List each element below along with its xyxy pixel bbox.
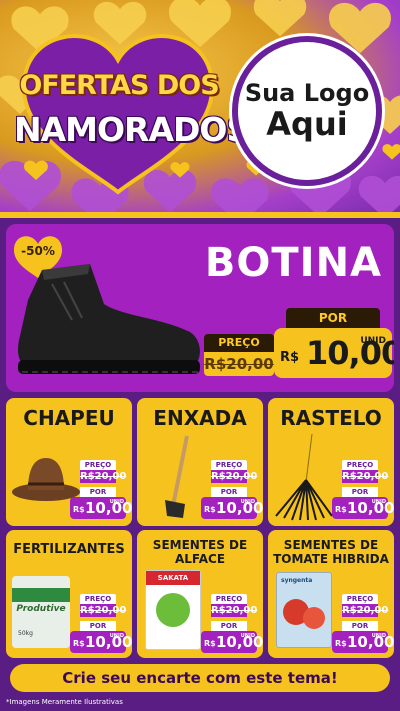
disclaimer: *Imagens Meramente Ilustrativas [6,698,123,706]
new-price-label: POR [286,308,380,328]
header-divider [0,212,400,218]
price-block: PREÇO R$20,00 POR R$ 10,00 UNID [332,594,394,653]
old-price-label: PREÇO [211,460,247,470]
old-price: R$20,00 [342,470,389,483]
new-price: R$ 10,00 UNID [201,631,263,653]
old-price: R$20,00 [80,604,127,617]
product-card-rastelo: RASTELO PREÇO R$20,00 POR R$ 10,00 UNID [268,398,394,526]
currency: R$ [73,505,85,514]
unit-label: UNID [109,499,124,505]
new-price: R$ 10,00 UNID [332,497,394,519]
hoe-image [165,435,189,518]
featured-old-price-tag: PREÇO R$20,00 [204,334,274,378]
bag-brand: Produtive [16,604,66,614]
new-price-label: POR [342,487,378,497]
new-price: R$ 10,00 UNID [70,631,132,653]
new-price: R$ 10,00 UNID [332,631,394,653]
product-name: FERTILIZANTES [13,542,125,557]
price-value: 10,00 [347,633,394,651]
price-value: 10,00 [85,633,132,651]
price-block: PREÇO R$20,00 POR R$ 10,00 UNID [201,460,263,519]
title-line-1: OFERTAS DOS [19,70,219,101]
product-name: SEMENTES DE TOMATE HIBRIDA [273,538,389,566]
new-price-label: POR [342,621,378,631]
unit-label: UNID [240,633,255,639]
price-value: 10,00 [216,499,263,517]
new-price: R$ 10,00 UNID [201,497,263,519]
price-block: PREÇO R$20,00 POR R$ 10,00 UNID [201,594,263,653]
old-price-label: PREÇO [80,460,116,470]
featured-new-price: R$ 10,00 UNID [274,328,394,378]
product-name: SEMENTES DE ALFACE [152,538,248,566]
old-price-label: PREÇO [342,594,378,604]
old-price: R$20,00 [204,352,274,376]
unit-label: UNID [109,633,124,639]
product-name: CHAPEU [23,406,115,430]
product-card-chapeu: CHAPEU PREÇO R$20,00 POR R$ 10,00 UNID [6,398,132,526]
new-price-label: POR [80,487,116,497]
new-price: R$ 10,00 UNID [70,497,132,519]
price-block: PREÇO R$20,00 POR R$ 10,00 UNID [332,460,394,519]
rake-image [275,433,333,521]
cta-banner[interactable]: Crie seu encarte com este tema! [10,664,390,692]
price-block: PREÇO R$20,00 POR R$ 10,00 UNID [70,460,132,519]
logo-line-1: Sua Logo [244,79,370,108]
price-value: 10,00 [85,499,132,517]
fertilizer-bag-image: Produtive 50kg [12,576,70,648]
product-name: RASTELO [280,406,382,430]
title-line-2: NAMORADOS [14,110,250,149]
unit-label: UNID [360,336,386,346]
featured-product-name: BOTINA [204,240,382,286]
header-banner: OFERTAS DOS NAMORADOS Sua Logo Aqui [0,0,400,212]
bag-weight: 50kg [18,630,33,637]
new-price-label: POR [211,621,247,631]
product-card-sementes-tomate: SEMENTES DE TOMATE HIBRIDA syngenta PREÇ… [268,530,394,658]
old-price-label: PREÇO [211,594,247,604]
product-name: ENXADA [153,406,247,430]
pack-brand: syngenta [281,577,313,584]
currency: R$ [335,639,347,648]
currency: R$ [204,505,216,514]
price-value: 10,00 [216,633,263,651]
product-card-enxada: ENXADA PREÇO R$20,00 POR R$ 10,00 UNID [137,398,263,526]
featured-product: -50% BOTINA PREÇO R$20,00 POR R$ 10,00 U… [6,224,394,392]
currency: R$ [335,505,347,514]
unit-label: UNID [240,499,255,505]
unit-label: UNID [371,499,386,505]
price-value: 10,00 [347,499,394,517]
lettuce-seed-pack-image: SAKATA [145,570,201,650]
old-price: R$20,00 [80,470,127,483]
old-price-label: PREÇO [204,334,274,352]
old-price: R$20,00 [211,470,258,483]
price-block: PREÇO R$20,00 POR R$ 10,00 UNID [70,594,132,653]
discount-badge: -50% [21,244,55,258]
unit-label: UNID [371,633,386,639]
currency: R$ [204,639,216,648]
product-card-sementes-alface: SEMENTES DE ALFACE SAKATA PREÇO R$20,00 … [137,530,263,658]
product-card-fertilizantes: FERTILIZANTES Produtive 50kg PREÇO R$20,… [6,530,132,658]
pack-brand: SAKATA [146,571,200,585]
tomato-seed-pack-image: syngenta [276,572,332,648]
old-price: R$20,00 [211,604,258,617]
logo-line-2: Aqui [266,104,348,143]
old-price-label: PREÇO [342,460,378,470]
old-price: R$20,00 [342,604,389,617]
old-price-label: PREÇO [80,594,116,604]
title-banner: OFERTAS DOS NAMORADOS [14,40,250,180]
new-price-label: POR [211,487,247,497]
logo-placeholder: Sua Logo Aqui [232,36,382,186]
currency: R$ [73,639,85,648]
new-price-label: POR [80,621,116,631]
currency: R$ [280,350,300,365]
boot-image [18,264,200,374]
